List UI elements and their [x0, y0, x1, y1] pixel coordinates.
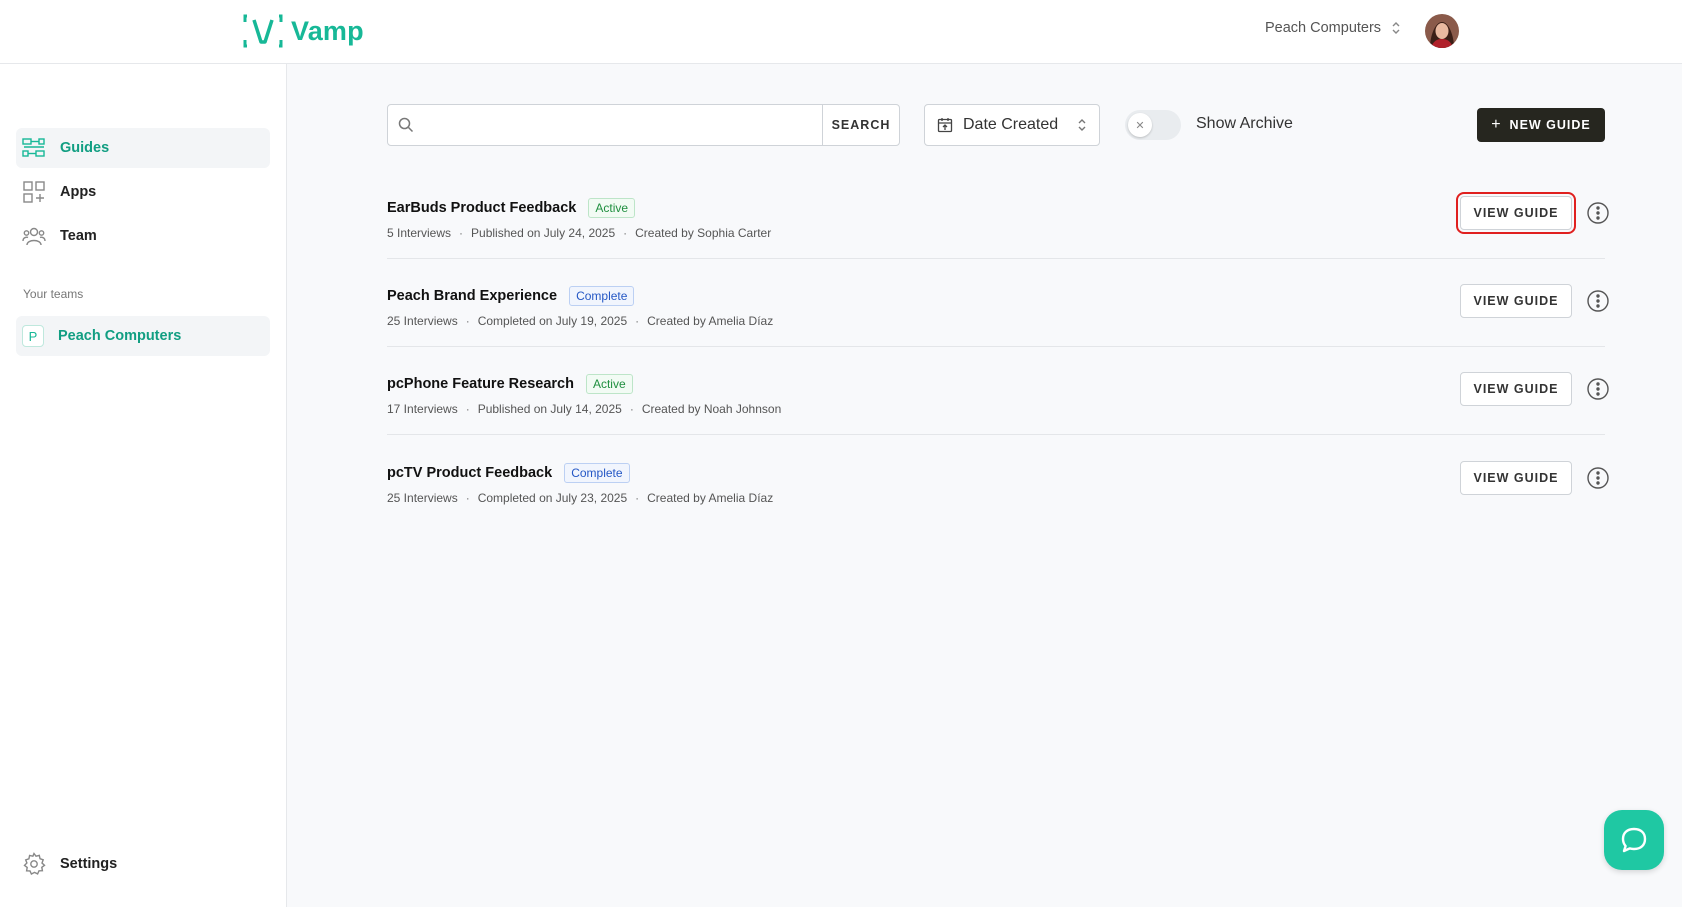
guide-date: Published on July 24, 2025	[471, 226, 616, 240]
sidebar-item-apps[interactable]: Apps	[16, 172, 270, 212]
guide-row-pcphone-feature-research: pcPhone Feature Research Active 17 Inter…	[387, 347, 1609, 435]
sidebar-item-label: Apps	[60, 184, 97, 200]
status-badge: Active	[585, 374, 633, 394]
guide-row-peach-brand-experience: Peach Brand Experience Complete 25 Inter…	[387, 259, 1609, 347]
chevron-up-down-icon	[1392, 22, 1400, 34]
status-badge: Active	[588, 198, 636, 218]
sidebar-item-guides[interactable]: Guides	[16, 128, 270, 168]
separator-dot: ·	[465, 491, 470, 505]
sidebar-item-team[interactable]: Team	[16, 216, 270, 256]
guide-meta: 5 Interviews · Published on July 24, 202…	[387, 226, 771, 240]
separator-dot: ·	[635, 491, 640, 505]
guide-meta: 17 Interviews · Published on July 14, 20…	[387, 402, 781, 416]
org-switcher[interactable]: Peach Computers	[1265, 20, 1401, 36]
separator-dot: ·	[465, 314, 470, 328]
toggle-knob: ✕	[1128, 113, 1152, 137]
sidebar-item-label: Settings	[60, 856, 118, 872]
sidebar-item-label: Team	[60, 228, 97, 244]
more-options-icon[interactable]	[1586, 377, 1610, 401]
search-box: SEARCH	[387, 104, 900, 146]
guide-row-earbuds-product-feedback: EarBuds Product Feedback Active 5 Interv…	[387, 171, 1609, 259]
sidebar-item-label: Peach Computers	[58, 328, 182, 344]
guide-date: Completed on July 23, 2025	[477, 491, 628, 505]
guide-creator: Created by Sophia Carter	[635, 226, 772, 240]
more-options-icon[interactable]	[1586, 466, 1610, 490]
guide-interviews: 17 Interviews	[387, 402, 458, 416]
view-guide-button[interactable]: VIEW GUIDE	[1456, 192, 1576, 234]
new-guide-label: NEW GUIDE	[1509, 118, 1591, 132]
sidebar-item-settings[interactable]: Settings	[16, 844, 270, 884]
view-guide-button[interactable]: VIEW GUIDE	[1460, 284, 1572, 318]
vamp-logo-icon	[243, 14, 283, 48]
separator-dot: ·	[623, 226, 628, 240]
view-guide-button[interactable]: VIEW GUIDE	[1460, 372, 1572, 406]
view-guide-button[interactable]: VIEW GUIDE	[1460, 461, 1572, 495]
avatar-image	[1425, 14, 1459, 48]
close-icon: ✕	[1135, 119, 1145, 132]
show-archive-label: Show Archive	[1196, 115, 1293, 132]
sidebar: Guides Apps Team Your teams P Peach Comp…	[0, 64, 287, 907]
chevron-up-down-icon	[1078, 119, 1086, 131]
search-button[interactable]: SEARCH	[822, 105, 899, 145]
guide-date: Published on July 14, 2025	[477, 402, 622, 416]
search-input[interactable]	[424, 105, 822, 145]
guide-meta: 25 Interviews · Completed on July 23, 20…	[387, 491, 773, 505]
guide-title: pcTV Product Feedback	[387, 465, 553, 481]
more-options-icon[interactable]	[1586, 201, 1610, 225]
team-badge: P	[22, 325, 44, 347]
chat-launcher-button[interactable]	[1604, 810, 1664, 870]
status-badge: Complete	[564, 463, 630, 483]
sort-select-label: Date Created	[963, 116, 1059, 133]
guide-meta: 25 Interviews · Completed on July 19, 20…	[387, 314, 773, 328]
status-badge: Complete	[569, 286, 635, 306]
guide-title: Peach Brand Experience	[387, 288, 558, 304]
guide-interviews: 5 Interviews	[387, 226, 452, 240]
guide-date: Completed on July 19, 2025	[477, 314, 628, 328]
sort-select[interactable]: Date Created	[924, 104, 1100, 146]
separator-dot: ·	[459, 226, 464, 240]
guide-title: EarBuds Product Feedback	[387, 200, 577, 216]
new-guide-button[interactable]: + NEW GUIDE	[1477, 108, 1605, 142]
your-teams-label: Your teams	[23, 287, 84, 301]
top-header: Vamp Peach Computers	[0, 0, 1682, 64]
sidebar-item-label: Guides	[60, 140, 110, 156]
guide-creator: Created by Amelia Díaz	[647, 491, 774, 505]
search-icon	[388, 117, 424, 133]
guide-creator: Created by Amelia Díaz	[647, 314, 774, 328]
calendar-icon	[937, 118, 953, 133]
gear-icon	[22, 852, 46, 876]
apps-icon	[22, 180, 46, 204]
more-options-icon[interactable]	[1586, 289, 1610, 313]
guide-interviews: 25 Interviews	[387, 314, 458, 328]
org-switcher-label: Peach Computers	[1265, 20, 1382, 36]
guides-icon	[22, 136, 46, 160]
plus-icon: +	[1491, 116, 1502, 133]
guide-interviews: 25 Interviews	[387, 491, 458, 505]
sidebar-item-team-peach-computers[interactable]: P Peach Computers	[16, 316, 270, 356]
logo-text: Vamp	[291, 15, 364, 46]
team-icon	[22, 224, 46, 248]
chat-bubble-icon	[1621, 827, 1647, 853]
separator-dot: ·	[629, 402, 634, 416]
user-avatar[interactable]	[1425, 14, 1459, 48]
guide-creator: Created by Noah Johnson	[641, 402, 782, 416]
separator-dot: ·	[635, 314, 640, 328]
vamp-logo[interactable]: Vamp	[243, 12, 364, 50]
guide-row-pctv-product-feedback: pcTV Product Feedback Complete 25 Interv…	[387, 436, 1609, 524]
separator-dot: ·	[465, 402, 470, 416]
show-archive-toggle[interactable]: ✕	[1125, 110, 1181, 140]
guide-title: pcPhone Feature Research	[387, 376, 574, 392]
